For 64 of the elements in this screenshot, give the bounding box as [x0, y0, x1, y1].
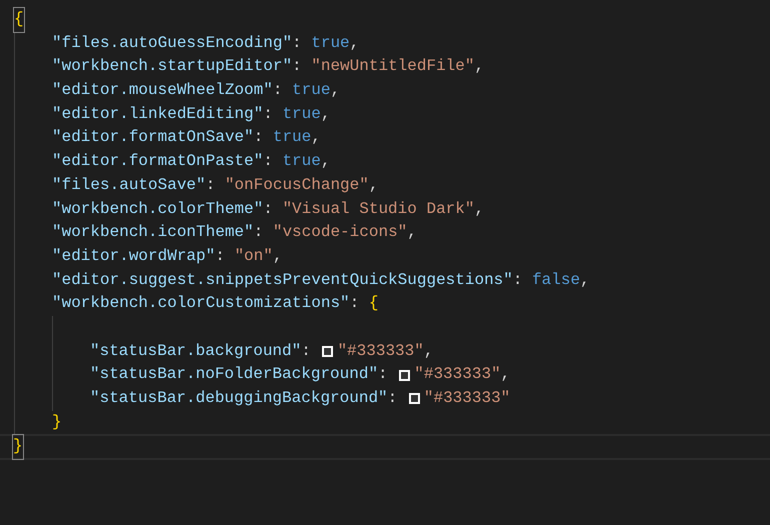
json-key: "editor.suggest.snippetsPreventQuickSuggestions" [52, 268, 513, 292]
json-punctuation: : [388, 388, 398, 409]
json-punctuation: , [272, 246, 282, 267]
json-punctuation: : [263, 198, 274, 220]
json-boolean: true [272, 127, 312, 148]
json-punctuation: : [350, 293, 360, 314]
json-boolean: true [292, 80, 330, 102]
json-string: "vscode-icons" [272, 222, 408, 244]
json-punctuation: , [424, 340, 434, 362]
json-punctuation: : [301, 340, 312, 362]
json-punctuation: , [320, 151, 330, 172]
json-brace: } [13, 435, 23, 460]
json-key: "files.autoSave" [52, 174, 206, 198]
json-boolean: true [282, 104, 321, 125]
json-punctuation: , [368, 174, 378, 196]
json-key: "statusBar.noFolderBackground" [90, 363, 378, 388]
json-punctuation: , [407, 222, 417, 244]
json-key: "workbench.colorTheme" [52, 198, 264, 222]
json-punctuation: : [512, 270, 524, 291]
json-punctuation: , [580, 270, 590, 291]
json-key: "editor.formatOnSave" [52, 126, 254, 150]
json-punctuation: : [206, 174, 216, 196]
json-punctuation: , [330, 80, 340, 102]
color-swatch-icon[interactable] [322, 346, 334, 357]
json-key: "files.autoGuessEncoding" [52, 32, 292, 56]
json-string: "#333333" [424, 388, 510, 409]
json-punctuation: : [272, 80, 284, 102]
json-string: "#333333" [414, 364, 501, 386]
json-key: "editor.linkedEditing" [52, 102, 264, 126]
json-key: "editor.formatOnPaste" [52, 150, 264, 174]
json-key: "statusBar.background" [90, 340, 302, 364]
json-punctuation: : [215, 246, 226, 267]
json-string: "Visual Studio Dark" [282, 198, 474, 220]
json-key: "statusBar.debuggingBackground" [90, 387, 388, 411]
json-brace: } [52, 412, 62, 433]
json-punctuation: , [320, 104, 330, 125]
json-punctuation: , [474, 198, 484, 220]
json-punctuation: : [254, 127, 264, 148]
json-string: "newUntitledFile" [311, 56, 474, 78]
json-punctuation: : [263, 104, 274, 125]
json-string: "#333333" [337, 340, 424, 362]
color-swatch-icon[interactable] [408, 393, 420, 404]
json-punctuation: , [474, 56, 484, 78]
json-string: "on" [234, 246, 273, 267]
json-punctuation: , [350, 32, 360, 54]
json-punctuation: : [292, 32, 303, 54]
json-key: "workbench.startupEditor" [52, 55, 292, 80]
color-swatch-icon[interactable] [399, 370, 410, 381]
json-punctuation: , [500, 364, 510, 386]
json-key: "editor.mouseWheelZoom" [52, 79, 273, 103]
json-boolean: true [311, 32, 350, 54]
json-punctuation: : [263, 151, 274, 172]
json-punctuation: : [378, 364, 389, 386]
json-punctuation: , [311, 127, 321, 148]
json-key: "workbench.iconTheme" [52, 221, 254, 245]
json-boolean: false [532, 270, 580, 291]
json-brace: { [14, 8, 24, 32]
json-punctuation: : [292, 56, 303, 78]
json-string: "onFocusChange" [224, 174, 369, 196]
json-key: "workbench.colorCustomizations" [52, 292, 350, 316]
json-brace: { [368, 293, 378, 314]
json-punctuation: : [254, 222, 264, 244]
json-key: "editor.wordWrap" [52, 244, 216, 269]
json-boolean: true [282, 151, 321, 172]
